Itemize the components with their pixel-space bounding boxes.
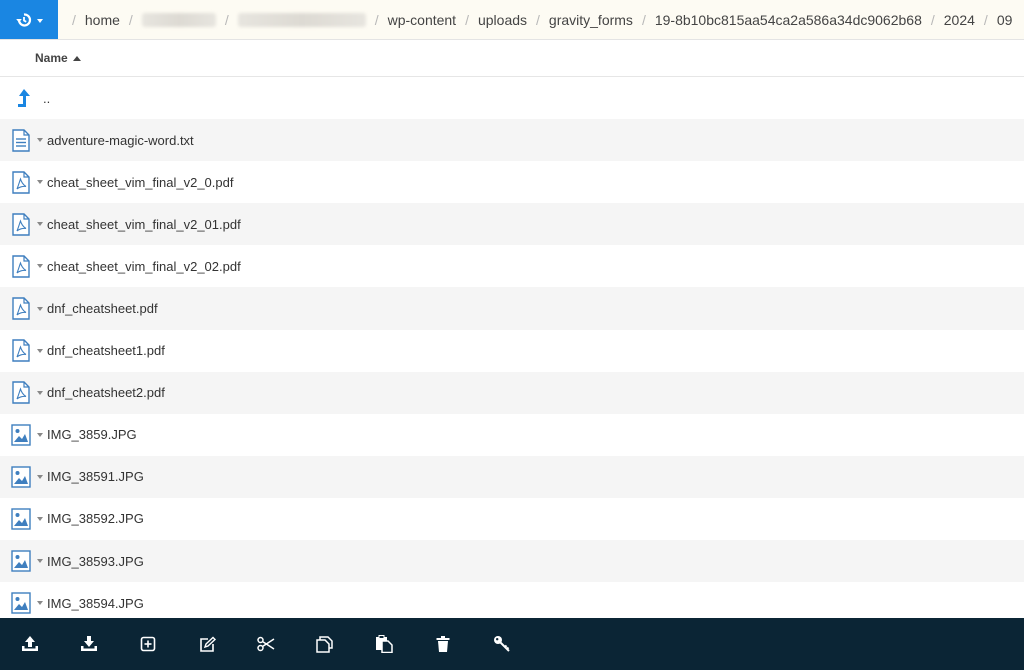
- breadcrumb: / home / / / wp-content / uploads / grav…: [58, 12, 1021, 28]
- pdf-file-icon: [11, 297, 31, 321]
- permissions-button[interactable]: [492, 634, 512, 654]
- image-file-icon: [11, 507, 31, 531]
- breadcrumb-separator: /: [128, 11, 133, 28]
- copy-button[interactable]: [315, 634, 335, 654]
- file-name[interactable]: dnf_cheatsheet2.pdf: [47, 385, 165, 400]
- breadcrumb-item-redacted[interactable]: [141, 12, 216, 27]
- pdf-file-icon: [11, 381, 31, 405]
- cut-button[interactable]: [256, 634, 276, 654]
- breadcrumb-item-form-folder[interactable]: 19-8b10bc815aa54ca2a586a34dc9062b68: [646, 12, 931, 28]
- breadcrumb-item-redacted[interactable]: [237, 12, 366, 27]
- edit-button[interactable]: [197, 634, 217, 654]
- pdf-file-icon: [11, 170, 31, 194]
- file-name[interactable]: dnf_cheatsheet1.pdf: [47, 343, 165, 358]
- list-item[interactable]: dnf_cheatsheet.pdf: [0, 287, 1024, 330]
- image-file-icon: [11, 591, 31, 615]
- image-file-icon: [11, 549, 31, 573]
- download-button[interactable]: [79, 634, 99, 654]
- cut-icon: [257, 636, 275, 652]
- file-name[interactable]: dnf_cheatsheet.pdf: [47, 301, 158, 316]
- new-item-button[interactable]: [138, 634, 158, 654]
- file-name[interactable]: IMG_38594.JPG: [47, 596, 144, 611]
- breadcrumb-item-gravity-forms[interactable]: gravity_forms: [540, 12, 642, 28]
- list-item[interactable]: cheat_sheet_vim_final_v2_01.pdf: [0, 203, 1024, 246]
- file-name[interactable]: ..: [43, 91, 50, 106]
- list-item[interactable]: adventure-magic-word.txt: [0, 119, 1024, 162]
- copy-icon: [316, 635, 334, 653]
- text-file-icon: [11, 128, 31, 152]
- file-actions-dropdown-icon[interactable]: [37, 348, 43, 353]
- list-item[interactable]: cheat_sheet_vim_final_v2_0.pdf: [0, 161, 1024, 203]
- file-actions-dropdown-icon[interactable]: [37, 180, 43, 185]
- pdf-file-icon: [11, 254, 31, 278]
- file-actions-dropdown-icon[interactable]: [37, 559, 43, 564]
- file-actions-dropdown-icon[interactable]: [37, 474, 43, 479]
- breadcrumb-bar: / home / / / wp-content / uploads / grav…: [0, 0, 1024, 40]
- paste-icon: [375, 635, 393, 653]
- list-item[interactable]: IMG_38592.JPG: [0, 498, 1024, 540]
- file-name[interactable]: cheat_sheet_vim_final_v2_0.pdf: [47, 175, 233, 190]
- image-file-icon: [11, 465, 31, 489]
- file-name[interactable]: IMG_38591.JPG: [47, 469, 144, 484]
- file-actions-dropdown-icon[interactable]: [37, 306, 43, 311]
- file-name[interactable]: IMG_3859.JPG: [47, 427, 137, 442]
- history-button[interactable]: [0, 0, 58, 39]
- file-actions-dropdown-icon[interactable]: [37, 601, 43, 606]
- list-item[interactable]: IMG_38591.JPG: [0, 455, 1024, 498]
- pdf-file-icon: [11, 212, 31, 236]
- list-item[interactable]: IMG_3859.JPG: [0, 414, 1024, 456]
- bottom-toolbar: [0, 618, 1024, 670]
- file-actions-dropdown-icon[interactable]: [37, 390, 43, 395]
- column-header: Name: [0, 40, 1024, 77]
- file-list: .. adventure-magic-word.txt cheat_sheet_…: [0, 77, 1024, 618]
- parent-directory-icon: [13, 86, 33, 110]
- file-name[interactable]: IMG_38593.JPG: [47, 554, 144, 569]
- breadcrumb-item-uploads[interactable]: uploads: [469, 12, 536, 28]
- breadcrumb-item-year[interactable]: 2024: [935, 12, 984, 28]
- upload-button[interactable]: [20, 634, 40, 654]
- file-actions-dropdown-icon[interactable]: [37, 138, 43, 143]
- key-icon: [493, 635, 511, 653]
- file-name[interactable]: IMG_38592.JPG: [47, 511, 144, 526]
- chevron-down-icon: [37, 18, 43, 23]
- list-item[interactable]: IMG_38593.JPG: [0, 540, 1024, 583]
- sort-ascending-icon[interactable]: [72, 55, 81, 61]
- file-actions-dropdown-icon[interactable]: [37, 264, 43, 269]
- breadcrumb-separator: /: [224, 11, 229, 28]
- delete-button[interactable]: [433, 634, 453, 654]
- file-name[interactable]: adventure-magic-word.txt: [47, 133, 194, 148]
- list-item-parent-directory[interactable]: ..: [0, 77, 1024, 119]
- new-item-icon: [140, 636, 156, 652]
- pdf-file-icon: [11, 339, 31, 363]
- paste-button[interactable]: [374, 634, 394, 654]
- breadcrumb-item-wp-content[interactable]: wp-content: [379, 12, 465, 28]
- list-item[interactable]: dnf_cheatsheet1.pdf: [0, 330, 1024, 372]
- breadcrumb-item-home[interactable]: home: [76, 12, 129, 28]
- name-column-header[interactable]: Name: [35, 51, 68, 65]
- file-name[interactable]: cheat_sheet_vim_final_v2_02.pdf: [47, 259, 241, 274]
- upload-icon: [21, 635, 39, 653]
- file-name[interactable]: cheat_sheet_vim_final_v2_01.pdf: [47, 217, 241, 232]
- list-item[interactable]: IMG_38594.JPG: [0, 582, 1024, 618]
- trash-icon: [436, 636, 450, 652]
- file-actions-dropdown-icon[interactable]: [37, 222, 43, 227]
- breadcrumb-item-month[interactable]: 09: [988, 12, 1022, 28]
- file-actions-dropdown-icon[interactable]: [37, 432, 43, 437]
- edit-icon: [199, 636, 216, 653]
- file-actions-dropdown-icon[interactable]: [37, 516, 43, 521]
- list-item[interactable]: dnf_cheatsheet2.pdf: [0, 371, 1024, 414]
- history-icon: [15, 11, 33, 29]
- list-item[interactable]: cheat_sheet_vim_final_v2_02.pdf: [0, 245, 1024, 287]
- download-icon: [80, 635, 98, 653]
- image-file-icon: [11, 423, 31, 447]
